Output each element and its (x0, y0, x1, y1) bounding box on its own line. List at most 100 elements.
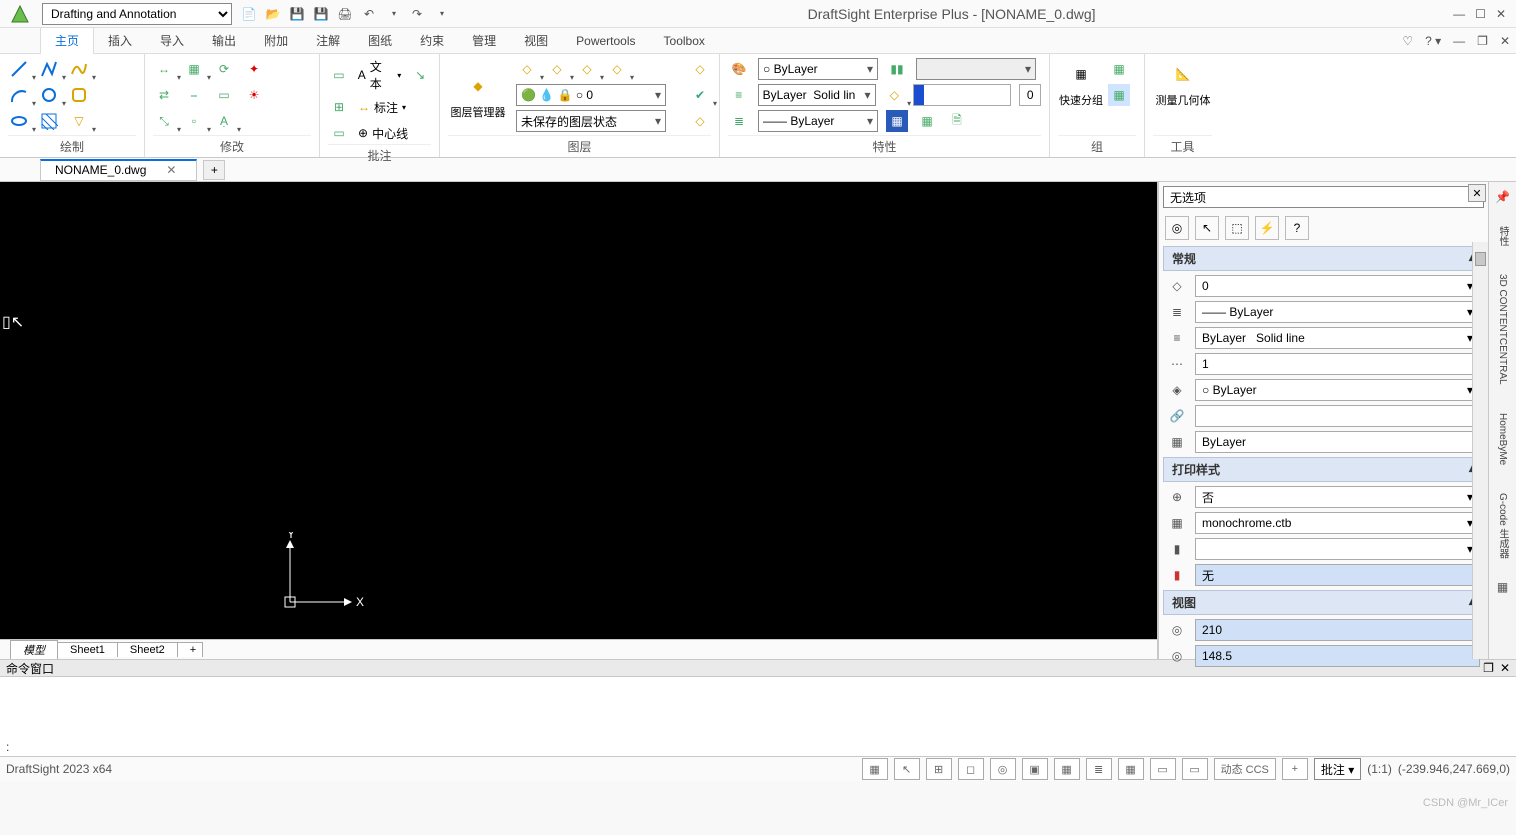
ellipse-icon[interactable]: ▾ (8, 110, 30, 132)
cmd-close-icon[interactable]: ✕ (1500, 661, 1510, 675)
open-icon[interactable]: 📂 (264, 5, 282, 23)
prop-layer-field[interactable]: 0▾ (1195, 275, 1480, 297)
ribbon-tab-sheet[interactable]: 图纸 (354, 28, 406, 53)
pal-tool-pick-icon[interactable]: ◎ (1165, 216, 1189, 240)
scale-icon[interactable]: ▫▾ (183, 110, 205, 132)
prop-linetype-field[interactable]: ByLayer Solid line▾ (1195, 327, 1480, 349)
transparency-slider[interactable] (913, 84, 1011, 106)
transparency-value[interactable]: 0 (1019, 84, 1041, 106)
layer-tool2-icon[interactable]: ◇▾ (546, 58, 568, 80)
trim-icon[interactable]: ⎯ (183, 84, 205, 106)
workspace-select[interactable]: Drafting and Annotation (42, 3, 232, 25)
sb-cursor-icon[interactable]: ↖ (894, 758, 920, 780)
spline-icon[interactable]: ▾ (68, 58, 90, 80)
side-tab-3dcc[interactable]: 3D CONTENTCENTRAL (1495, 266, 1510, 393)
leader-icon[interactable]: ↘ (409, 64, 431, 86)
ribbon-tab-insert[interactable]: 插入 (94, 28, 146, 53)
table-icon[interactable]: ⊞ (328, 96, 350, 118)
stretch-icon[interactable]: ⤡▾ (153, 110, 175, 132)
redo-icon[interactable]: ↷ (408, 5, 426, 23)
add-sheet-button[interactable]: + (177, 642, 203, 657)
prop-view-cy-field[interactable]: 148.5 (1195, 645, 1480, 667)
linetype-select[interactable]: ByLayer Solid lin▾ (758, 84, 876, 106)
sun-icon[interactable]: ☀ (243, 84, 265, 106)
dimension-button[interactable]: ↔标注▾ (358, 99, 406, 116)
sb-dccs-button[interactable]: 动态 CCS (1214, 758, 1276, 780)
palette-scrollbar[interactable] (1472, 242, 1488, 659)
text-button[interactable]: A文本▾ (358, 58, 402, 92)
ribbon-tab-powertools[interactable]: Powertools (562, 30, 649, 52)
ribbon-tab-manage[interactable]: 管理 (458, 28, 510, 53)
new-icon[interactable]: 📄 (240, 5, 258, 23)
doc-minimize-button[interactable]: — (1447, 32, 1471, 50)
side-tab-homebyme[interactable]: HomeByMe (1495, 405, 1510, 473)
heart-icon[interactable]: ♡ (1396, 32, 1419, 50)
layer-check-icon[interactable]: ✔▾ (689, 84, 711, 106)
sheet-tab-model[interactable]: 模型 (10, 640, 58, 659)
polyline-icon[interactable]: ▾ (38, 58, 60, 80)
prop-view-cx-field[interactable]: 210 (1195, 619, 1480, 641)
command-window-body[interactable]: : (0, 677, 1516, 757)
annotation-scale-select[interactable]: 批注 ▾ (1314, 758, 1361, 780)
sb-tool-a-icon[interactable]: ▦ (1118, 758, 1144, 780)
linetype-tool-icon[interactable]: ≡ (728, 84, 750, 106)
prop-print-style-field[interactable]: ▾ (1195, 538, 1480, 560)
prop-tool-b-icon[interactable]: ▦ (916, 110, 938, 132)
section-general-header[interactable]: 常规▴ (1163, 246, 1484, 271)
sb-esnap-icon[interactable]: ▣ (1022, 758, 1048, 780)
matchprop-icon[interactable]: ◇▾ (884, 84, 906, 106)
line-icon[interactable]: ▾ (8, 58, 30, 80)
sb-lwt-icon[interactable]: ≣ (1086, 758, 1112, 780)
ribbon-tab-home[interactable]: 主页 (40, 27, 94, 55)
prop-ltscale-field[interactable]: 1 (1195, 353, 1480, 375)
layer-current-select[interactable]: 🟢 💧 🔒 ○ 0▾ (516, 84, 666, 106)
circle-icon[interactable]: ▾ (38, 84, 60, 106)
help-icon[interactable]: ? ▾ (1419, 32, 1447, 50)
side-zoom-icon[interactable]: ▦ (1494, 578, 1512, 596)
sb-tool-b-icon[interactable]: ▭ (1150, 758, 1176, 780)
layer-manager-button[interactable]: ◆ 图层管理器 (448, 70, 508, 120)
close-button[interactable]: ✕ (1496, 7, 1506, 21)
side-tab-gcode[interactable]: G-code 生成器 (1493, 485, 1512, 567)
doc-restore-button[interactable]: ❐ (1471, 32, 1494, 50)
ribbon-tab-annotate[interactable]: 注解 (302, 28, 354, 53)
lineweight-tool-icon[interactable]: ≣ (728, 110, 750, 132)
section-view-header[interactable]: 视图▴ (1163, 590, 1484, 615)
layer-tool3-icon[interactable]: ◇▾ (576, 58, 598, 80)
region-icon[interactable] (68, 84, 90, 106)
explode-icon[interactable]: ✦ (243, 58, 265, 80)
side-tab-match[interactable]: 特性 (1493, 218, 1512, 254)
undo-icon[interactable]: ↶ (360, 5, 378, 23)
layer-state-select[interactable]: 未保存的图层状态▾ (516, 110, 666, 132)
palette-close-icon[interactable]: ✕ (1468, 184, 1486, 202)
side-pin-icon[interactable]: 📌 (1494, 188, 1512, 206)
move-icon[interactable]: ↔▾ (153, 58, 175, 80)
ribbon-tab-import[interactable]: 导入 (146, 28, 198, 53)
sheet-tab-2[interactable]: Sheet2 (117, 642, 178, 657)
group-tool2-icon[interactable]: ▦ (1108, 84, 1130, 106)
color-select[interactable]: ○ ByLayer▾ (758, 58, 878, 80)
offset-icon[interactable]: ⇄ (153, 84, 175, 106)
sb-tool-c-icon[interactable]: ▭ (1182, 758, 1208, 780)
prop-print-attach-field[interactable]: 无 (1195, 564, 1480, 586)
centerline-button[interactable]: ⊕中心线 (358, 125, 408, 142)
color-tool-icon[interactable]: 🎨 (728, 58, 750, 80)
text-edit-icon[interactable]: Ạ▾ (213, 110, 235, 132)
ribbon-tab-toolbox[interactable]: Toolbox (650, 30, 719, 52)
sb-etrack-icon[interactable]: ▦ (1054, 758, 1080, 780)
mirror-icon[interactable]: ▭ (213, 84, 235, 106)
sb-ortho-icon[interactable]: ◻ (958, 758, 984, 780)
ribbon-tab-attach[interactable]: 附加 (250, 28, 302, 53)
section-print-header[interactable]: 打印样式▴ (1163, 457, 1484, 482)
rotate-icon[interactable]: ⟳ (213, 58, 235, 80)
prop-tool-c-icon[interactable]: 🗎 (946, 110, 968, 132)
selection-filter-select[interactable]: 无选项▾ (1163, 186, 1484, 208)
sb-add-icon[interactable]: + (1282, 758, 1308, 780)
lineweight-select[interactable]: —— ByLayer▾ (758, 110, 878, 132)
layer-extra3-icon[interactable]: ◇ (689, 110, 711, 132)
ribbon-tab-constrain[interactable]: 约束 (406, 28, 458, 53)
undo-history-icon[interactable] (384, 5, 402, 23)
maximize-button[interactable]: ☐ (1475, 7, 1486, 21)
cloud-icon[interactable]: ▭ (328, 122, 350, 144)
prop-print-table-field[interactable]: monochrome.ctb▾ (1195, 512, 1480, 534)
